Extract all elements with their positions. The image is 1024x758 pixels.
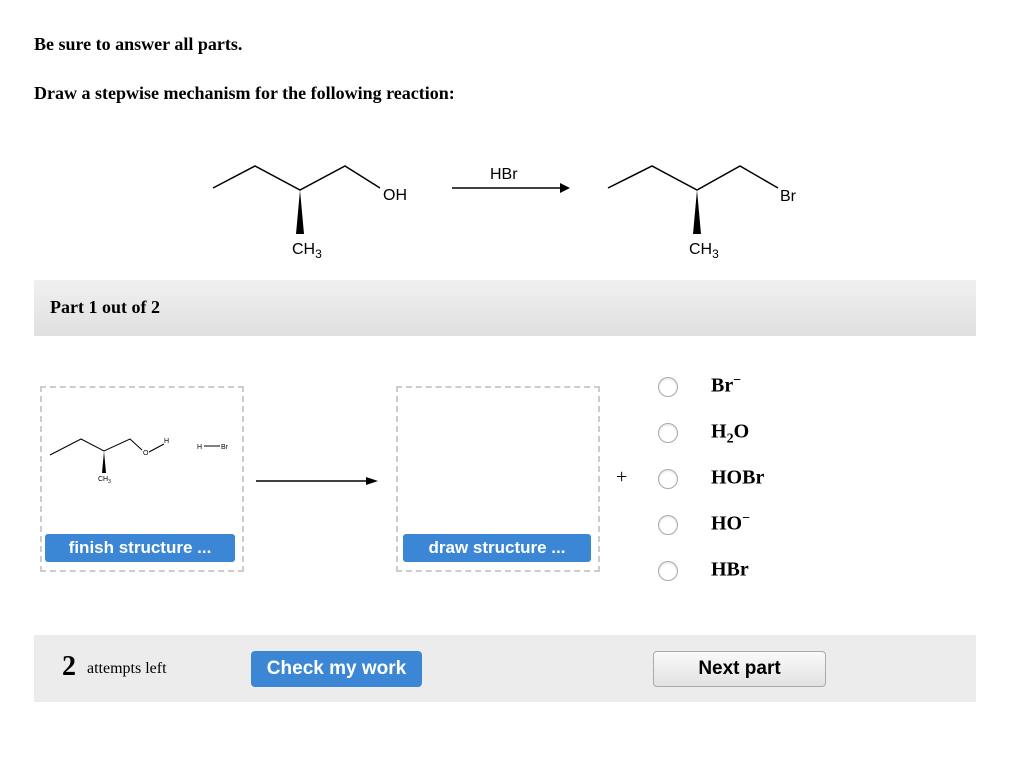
option-radio[interactable]	[658, 423, 678, 443]
option-radio[interactable]	[658, 561, 678, 581]
instruction-draw-mechanism: Draw a stepwise mechanism for the follow…	[34, 83, 455, 103]
product-wedge	[693, 190, 701, 234]
option-charge: −	[733, 373, 742, 388]
attempts-count: 2	[62, 651, 76, 682]
hbr-h-label: H	[197, 444, 202, 451]
option-formula-tail: O	[733, 420, 750, 443]
option-subscript: 2	[726, 431, 734, 447]
finish-structure-button[interactable]: finish structure ...	[45, 534, 235, 562]
draw-structure-button[interactable]: draw structure ...	[403, 534, 591, 562]
reactant-ch3: CH3	[292, 241, 322, 261]
reactant-wedge	[296, 190, 304, 234]
hydroxyl-h-label: H	[164, 438, 169, 445]
instruction-answer-all: Be sure to answer all parts.	[34, 34, 243, 54]
reaction-scheme: OH CH3 HBr Br CH3	[212, 165, 797, 261]
starting-skeleton	[49, 438, 143, 456]
starting-structure-box[interactable]: O H H Br CH3 finish structure ...	[40, 386, 244, 572]
option-formula: Br	[711, 374, 734, 397]
product-structure-box[interactable]: draw structure ...	[396, 386, 600, 572]
option-label: HBr	[711, 557, 749, 586]
option-label: H2O	[711, 419, 749, 448]
option-formula: HOBr	[711, 466, 765, 489]
footer-bar: 2 attempts left Check my work Next part	[34, 635, 976, 702]
option-label: HOBr	[711, 465, 764, 494]
step-arrowhead	[366, 477, 378, 485]
product-skeleton	[607, 165, 779, 191]
option-radio[interactable]	[658, 515, 678, 535]
starting-structure-drawing: O H H Br CH3	[49, 438, 229, 485]
starting-ch3-label: CH3	[98, 476, 111, 485]
option-formula: HBr	[711, 558, 749, 581]
reactant-oh: OH	[383, 187, 407, 204]
product-ch3: CH3	[689, 241, 719, 261]
oxygen-label: O	[143, 450, 149, 457]
reactant-skeleton	[212, 165, 381, 191]
option-radio[interactable]	[658, 469, 678, 489]
product-br: Br	[780, 188, 797, 205]
option-label: HO−	[711, 511, 750, 540]
oh-bond	[148, 443, 165, 453]
check-my-work-button[interactable]: Check my work	[251, 651, 422, 687]
option-radio[interactable]	[658, 377, 678, 397]
next-part-button[interactable]: Next part	[653, 651, 826, 687]
plus-sign: +	[616, 466, 628, 488]
hbr-br-label: Br	[221, 444, 229, 451]
starting-wedge	[102, 451, 106, 473]
attempts-label: attempts left	[87, 660, 167, 677]
option-label: Br−	[711, 373, 741, 402]
part-header: Part 1 out of 2	[34, 280, 976, 336]
option-formula: H	[711, 420, 727, 443]
reaction-arrowhead	[560, 183, 570, 193]
reagent-hbr: HBr	[490, 166, 518, 183]
option-charge: −	[742, 511, 751, 526]
part-label: Part 1 out of 2	[50, 297, 160, 317]
option-formula: HO	[711, 512, 743, 535]
step-arrow	[256, 477, 378, 485]
